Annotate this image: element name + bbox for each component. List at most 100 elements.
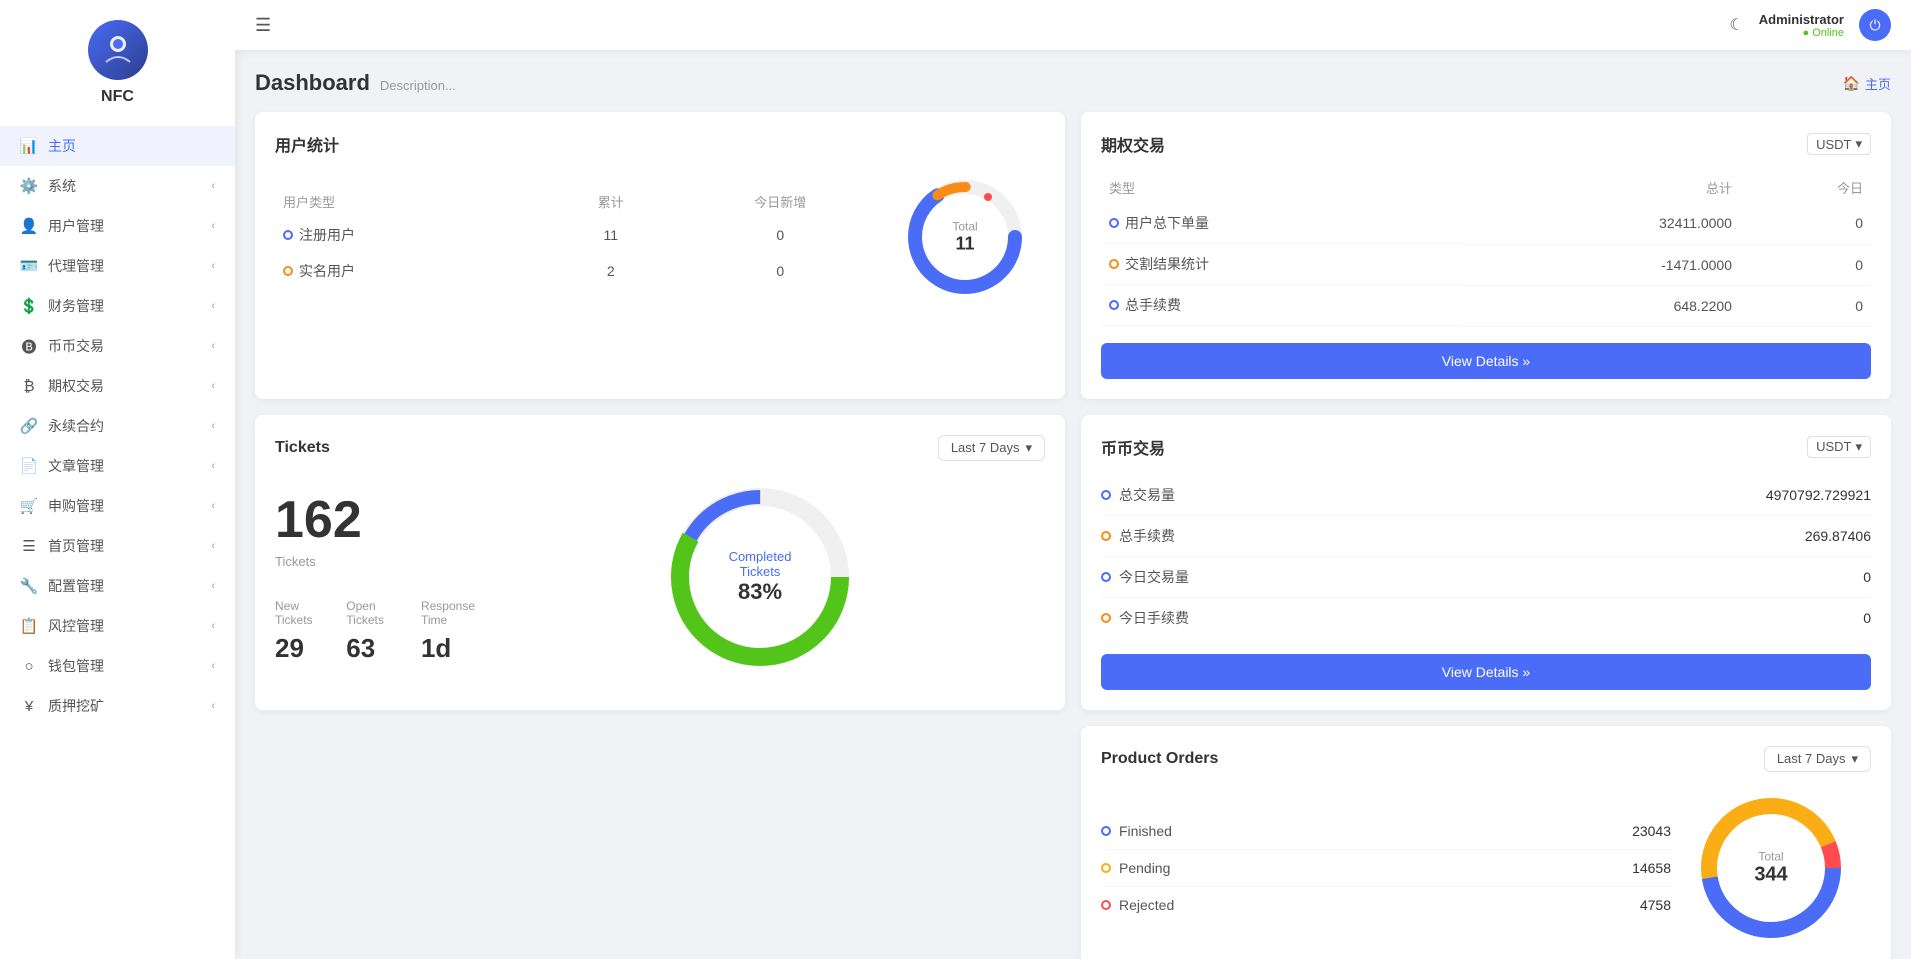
order-row: Finished 23043	[1101, 813, 1671, 850]
crypto-value: 0	[1863, 569, 1871, 585]
crypto-value: 269.87406	[1805, 528, 1871, 544]
orders-dropdown-arrow: ▾	[1851, 751, 1858, 767]
crypto-label: 今日交易量	[1119, 567, 1189, 587]
crypto-label: 总手续费	[1119, 526, 1175, 546]
orders-dropdown[interactable]: Last 7 Days ▾	[1764, 746, 1871, 772]
nav-arrow-articles: ‹	[211, 460, 215, 472]
crypto-row: 总手续费 269.87406	[1101, 516, 1871, 557]
sidebar-item-agent-mgmt[interactable]: 🪪 代理管理 ‹	[0, 246, 235, 286]
sidebar-item-config[interactable]: 🔧 配置管理 ‹	[0, 566, 235, 606]
order-dot	[1101, 900, 1111, 910]
sidebar-item-user-mgmt[interactable]: 👤 用户管理 ‹	[0, 206, 235, 246]
nav-item-left-perp: 🔗 永续合约	[20, 416, 104, 436]
crypto-value: 0	[1863, 610, 1871, 626]
futures-col-type: 类型	[1101, 172, 1463, 203]
stat-value: 1d	[421, 633, 475, 664]
nav-item-left-risk: 📋 风控管理	[20, 616, 104, 636]
nav-label-config: 配置管理	[48, 576, 104, 596]
user-stats-row: 注册用户 11 0	[275, 217, 885, 253]
futures-dot	[1109, 218, 1119, 228]
crypto-value: 4970792.729921	[1766, 487, 1871, 503]
crypto-row: 总交易量 4970792.729921	[1101, 475, 1871, 516]
nav-label-crypto-trade: 币币交易	[48, 336, 104, 356]
tickets-card: Tickets Last 7 Days ▾ 162 Tickets New Ti…	[255, 415, 1065, 710]
sidebar-item-risk[interactable]: 📋 风控管理 ‹	[0, 606, 235, 646]
nav-item-left-wallet: ○ 钱包管理	[20, 656, 104, 676]
tickets-title: Tickets	[275, 439, 330, 457]
orders-donut-center: Total 344	[1754, 849, 1787, 886]
tickets-body: 162 Tickets New Tickets 29 Open Tickets …	[275, 477, 1045, 677]
user-total-cell: 2	[546, 253, 675, 289]
futures-dot	[1109, 300, 1119, 310]
home-icon: 🏠	[1843, 75, 1860, 92]
nav-icon-futures: ₿	[20, 377, 38, 395]
nav-label-risk: 风控管理	[48, 616, 104, 636]
user-name: Administrator	[1759, 12, 1844, 27]
power-button[interactable]: ⏻	[1859, 9, 1891, 41]
topbar: ☰ ☾ Administrator ● Online ⏻	[235, 0, 1911, 50]
nav-icon-home: 📊	[20, 137, 38, 155]
nav-item-left-agent-mgmt: 🪪 代理管理	[20, 256, 104, 276]
sidebar-item-homepage[interactable]: ☰ 首页管理 ‹	[0, 526, 235, 566]
order-value: 4758	[1640, 897, 1671, 913]
app-container: NFC 📊 主页 ⚙️ 系统 ‹ 👤 用户管理 ‹ 🪪 代理管理 ‹ 💲 财务管…	[0, 0, 1911, 959]
sidebar-item-finance[interactable]: 💲 财务管理 ‹	[0, 286, 235, 326]
page-title: Dashboard	[255, 70, 370, 96]
sidebar-item-articles[interactable]: 📄 文章管理 ‹	[0, 446, 235, 486]
nav-item-left-articles: 📄 文章管理	[20, 456, 104, 476]
futures-table: 类型 总计 今日 用户总下单量 32411.0000 0 交割结果统计 -147…	[1101, 172, 1871, 327]
user-dot	[283, 230, 293, 240]
nav-icon-system: ⚙️	[20, 177, 38, 195]
crypto-view-details-button[interactable]: View Details »	[1101, 654, 1871, 690]
ticket-stat-block: Response Time 1d	[421, 599, 475, 664]
nav-label-mining: 质押挖矿	[48, 696, 104, 716]
sidebar-item-purchase[interactable]: 🛒 申购管理 ‹	[0, 486, 235, 526]
sidebar-navigation: 📊 主页 ⚙️ 系统 ‹ 👤 用户管理 ‹ 🪪 代理管理 ‹ 💲 财务管理 ‹ …	[0, 126, 235, 726]
nav-item-left-purchase: 🛒 申购管理	[20, 496, 104, 516]
nav-label-perp: 永续合约	[48, 416, 104, 436]
sidebar-item-mining[interactable]: ¥ 质押挖矿 ‹	[0, 686, 235, 726]
futures-currency-selector[interactable]: USDT ▾	[1807, 133, 1871, 155]
sidebar-item-wallet[interactable]: ○ 钱包管理 ‹	[0, 646, 235, 686]
crypto-label: 总交易量	[1119, 485, 1175, 505]
nav-icon-perp: 🔗	[20, 417, 38, 435]
tickets-stats: New Tickets 29 Open Tickets 63 Response …	[275, 599, 475, 664]
sidebar-item-perp[interactable]: 🔗 永续合约 ‹	[0, 406, 235, 446]
nav-item-left-futures: ₿ 期权交易	[20, 376, 104, 396]
tickets-dropdown-label: Last 7 Days	[951, 440, 1020, 455]
futures-header: 期权交易 USDT ▾	[1101, 132, 1871, 156]
orders-header: Product Orders Last 7 Days ▾	[1101, 746, 1871, 772]
futures-view-details-button[interactable]: View Details »	[1101, 343, 1871, 379]
menu-icon[interactable]: ☰	[255, 15, 271, 36]
futures-today-cell: 0	[1740, 285, 1871, 326]
nav-item-left-config: 🔧 配置管理	[20, 576, 104, 596]
sidebar-item-crypto-trade[interactable]: 🅑 币币交易 ‹	[0, 326, 235, 366]
sidebar-item-system[interactable]: ⚙️ 系统 ‹	[0, 166, 235, 206]
nav-arrow-finance: ‹	[211, 300, 215, 312]
sidebar-item-futures[interactable]: ₿ 期权交易 ‹	[0, 366, 235, 406]
order-row: Pending 14658	[1101, 850, 1671, 887]
nav-item-left-home: 📊 主页	[20, 136, 76, 156]
orders-donut: Total 344	[1691, 788, 1851, 948]
user-stats-donut: Total 11	[900, 172, 1030, 302]
futures-row: 交割结果统计 -1471.0000 0	[1101, 244, 1871, 285]
nav-label-purchase: 申购管理	[48, 496, 104, 516]
user-info: Administrator ● Online	[1759, 12, 1844, 39]
page-header: Dashboard Description... 🏠 主页	[255, 70, 1891, 96]
completed-label: Completed Tickets	[710, 549, 810, 579]
moon-icon[interactable]: ☾	[1729, 15, 1743, 35]
order-label: Pending	[1119, 860, 1170, 876]
crypto-row-left: 总手续费	[1101, 526, 1175, 546]
nav-arrow-purchase: ‹	[211, 500, 215, 512]
crypto-row: 今日手续费 0	[1101, 598, 1871, 638]
tickets-chart: Completed Tickets 83%	[475, 477, 1045, 677]
sidebar-item-home[interactable]: 📊 主页	[0, 126, 235, 166]
order-label: Finished	[1119, 823, 1172, 839]
futures-type-cell: 用户总下单量	[1101, 203, 1463, 244]
nav-label-home: 主页	[48, 136, 76, 156]
tickets-left: 162 Tickets New Tickets 29 Open Tickets …	[275, 490, 475, 664]
tickets-dropdown[interactable]: Last 7 Days ▾	[938, 435, 1045, 461]
tickets-total-label: Tickets	[275, 554, 475, 569]
crypto-currency-selector[interactable]: USDT ▾	[1807, 436, 1871, 458]
orders-title: Product Orders	[1101, 750, 1218, 768]
